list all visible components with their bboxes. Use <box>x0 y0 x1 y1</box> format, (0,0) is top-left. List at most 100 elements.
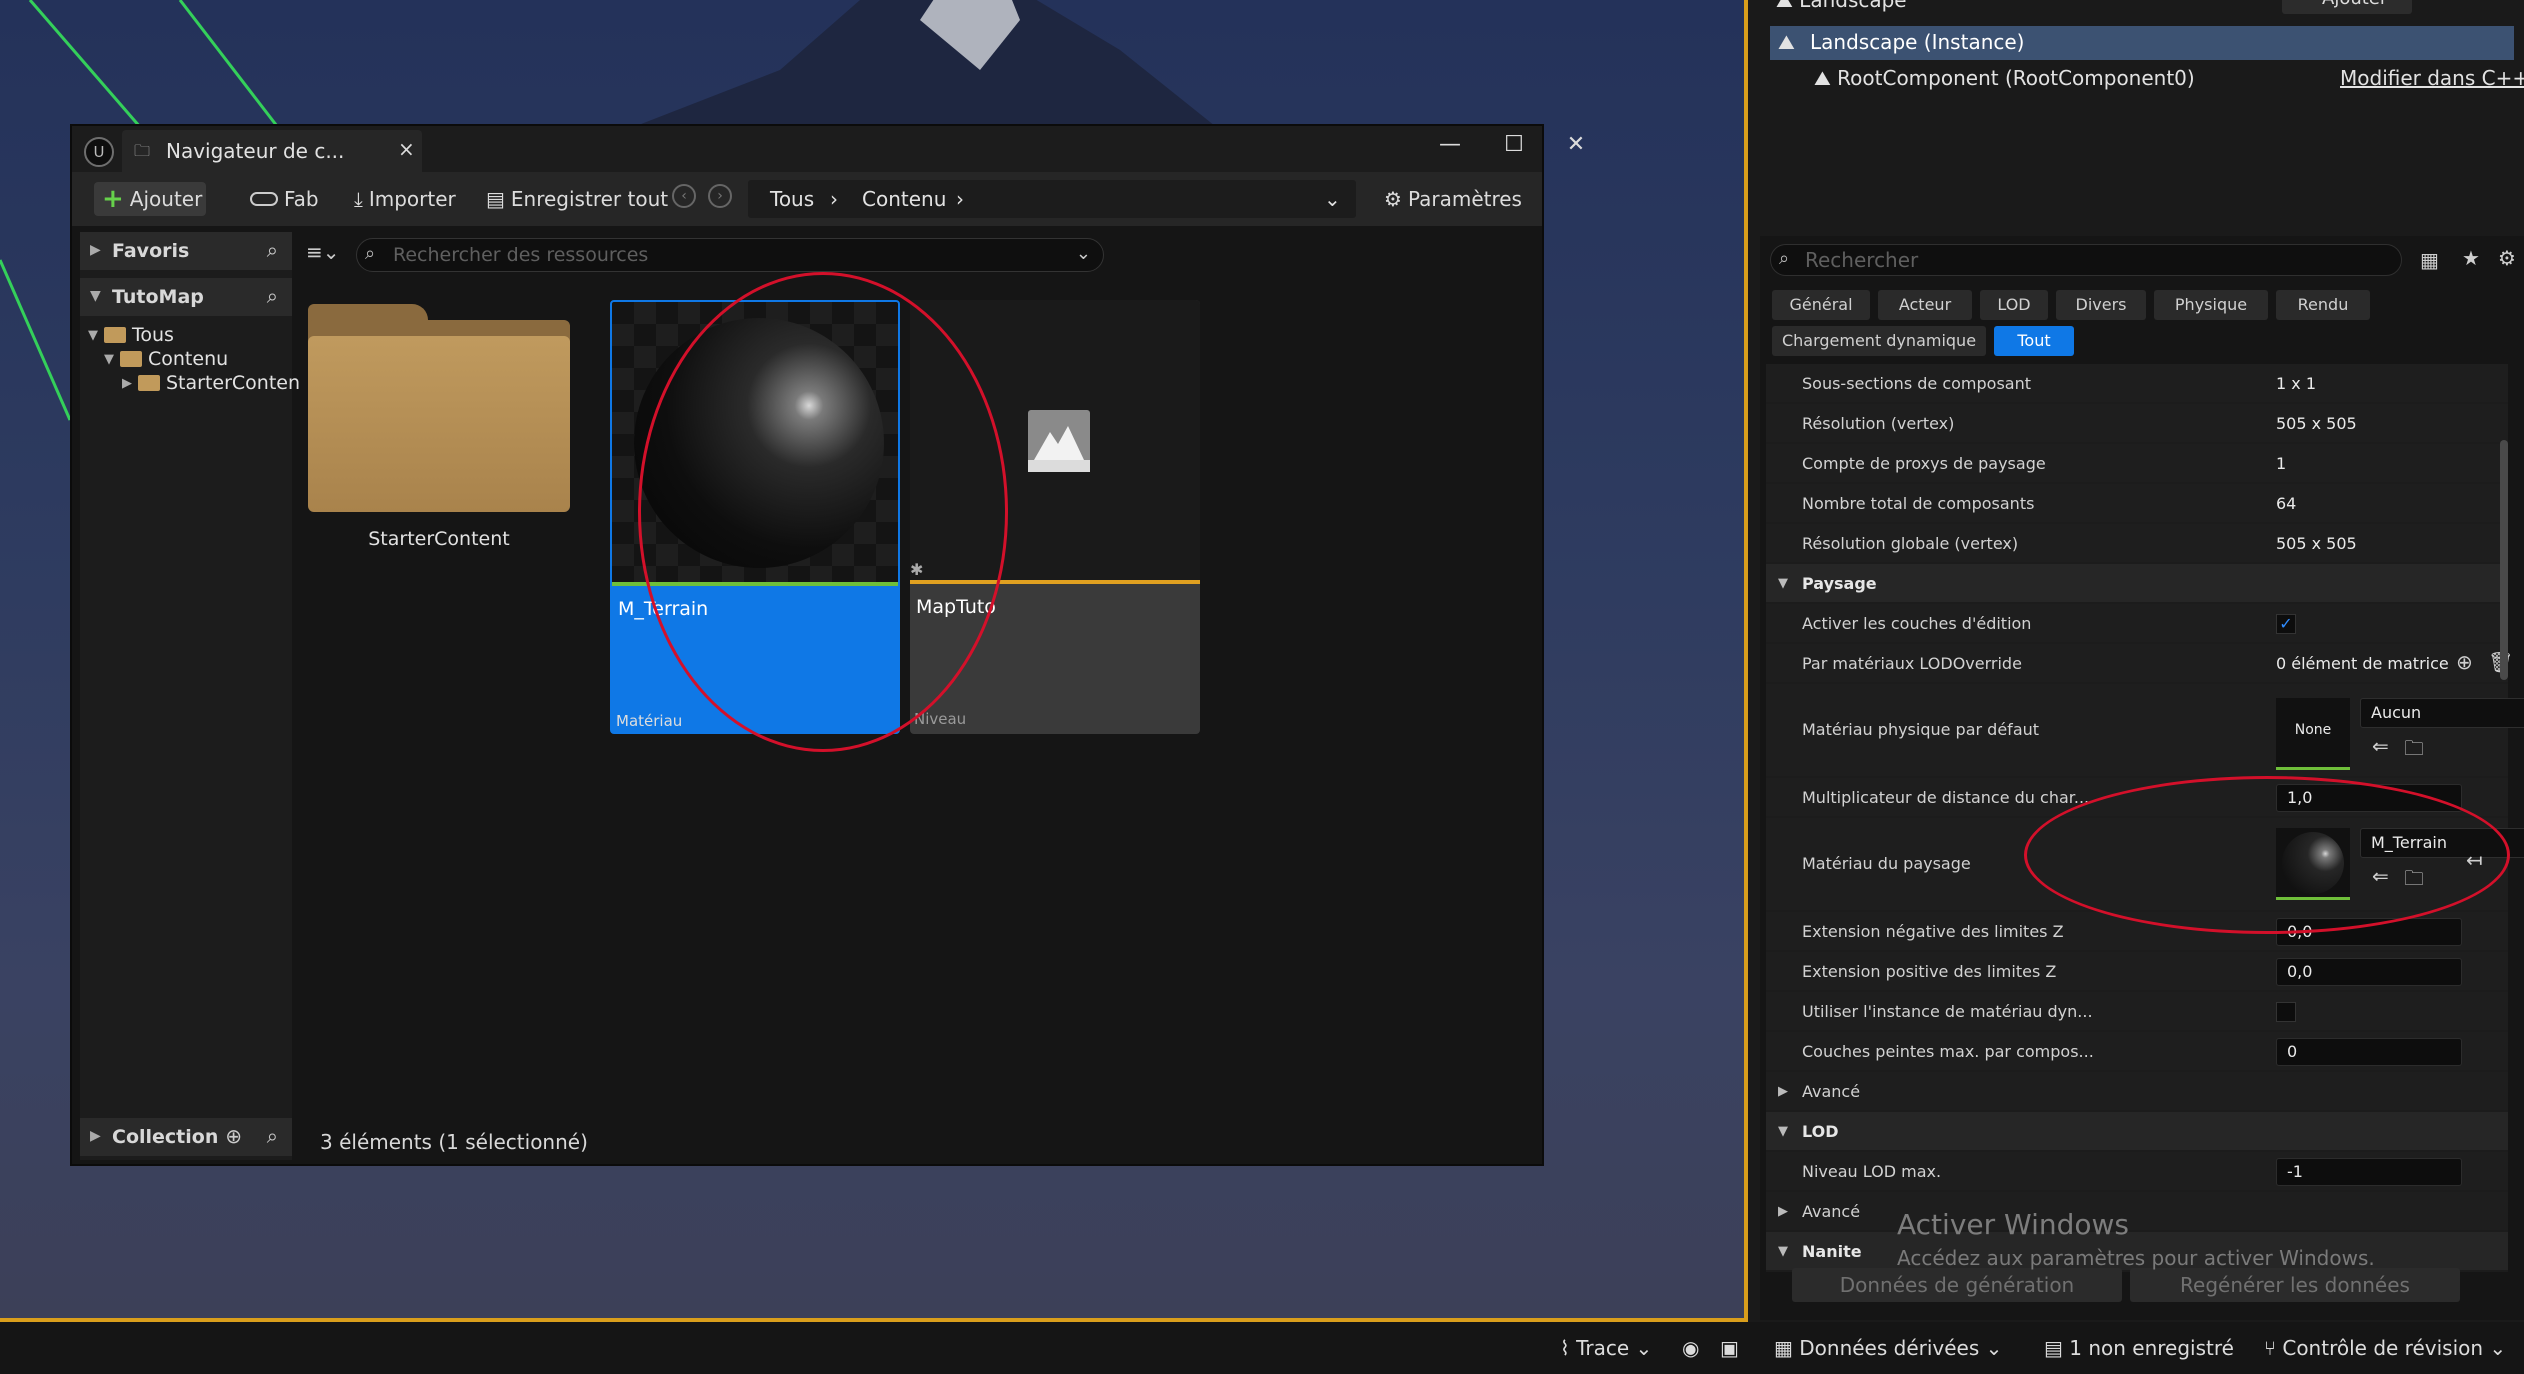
category-lod[interactable]: ▼ LOD <box>1766 1112 2508 1152</box>
add-component-button[interactable]: Ajouter <box>2282 0 2412 14</box>
number-input[interactable]: 0 <box>2276 1038 2462 1066</box>
unreal-logo-icon[interactable]: U <box>84 137 114 167</box>
filter-chargement[interactable]: Chargement dynamique <box>1772 326 1986 356</box>
revision-control-button[interactable]: ⑂ Contrôle de révision ⌄ <box>2264 1336 2506 1360</box>
folder-icon <box>308 336 570 512</box>
dropdown-value: Aucun <box>2371 703 2422 722</box>
fab-icon <box>250 192 278 206</box>
project-header[interactable]: ▼ TutoMap ⌕ <box>80 278 292 316</box>
selected-actor-row[interactable]: ⛰ Landscape (Instance) <box>1770 26 2514 60</box>
branch-icon: ⑂ <box>2264 1336 2276 1360</box>
tree-item-startercontent[interactable]: ▶ StarterConten <box>122 372 300 394</box>
physical-material-thumbnail[interactable]: None <box>2276 698 2350 770</box>
search-icon[interactable]: ⌕ <box>267 1124 278 1148</box>
import-button[interactable]: ⤓ Importer <box>346 182 464 216</box>
caret-down-icon: ▼ <box>1778 576 1788 591</box>
add-collection-icon[interactable]: ⊕ <box>225 1124 242 1148</box>
unsaved-button[interactable]: ▤ 1 non enregistré <box>2044 1336 2234 1360</box>
plus-icon: + <box>102 184 124 214</box>
forward-icon[interactable]: › <box>708 184 732 208</box>
filter-general[interactable]: Général <box>1772 290 1870 320</box>
property-row: Compte de proxys de paysage 1 <box>1766 444 2508 484</box>
camera-icon[interactable]: ▣ <box>1720 1336 1739 1360</box>
chevron-down-icon[interactable]: ⌄ <box>1076 243 1091 264</box>
reset-arrow-icon[interactable]: ↤ <box>2466 848 2483 872</box>
filter-physique[interactable]: Physique <box>2154 290 2268 320</box>
search-icon[interactable]: ⌕ <box>267 238 278 262</box>
caret-down-icon: ▼ <box>104 351 114 367</box>
save-all-button[interactable]: ▤ Enregistrer tout <box>478 182 676 216</box>
star-icon[interactable]: ★ <box>2462 246 2480 270</box>
close-window-icon[interactable]: ✕ <box>1556 132 1596 157</box>
folder-icon <box>138 375 160 391</box>
content-browser-tab[interactable]: 🗀 Navigateur de c... × <box>122 130 422 172</box>
add-button[interactable]: + Ajouter <box>94 182 206 216</box>
filter-lod[interactable]: LOD <box>1980 290 2048 320</box>
tab-label: Navigateur de c... <box>166 139 345 163</box>
number-input[interactable]: 0,0 <box>2276 958 2462 986</box>
collections-label: Collection <box>112 1126 219 1148</box>
tree-item-tous[interactable]: ▼ Tous <box>88 324 174 346</box>
number-input[interactable]: -1 <box>2276 1158 2462 1186</box>
minimize-icon[interactable]: — <box>1430 132 1470 157</box>
filter-tout[interactable]: Tout <box>1994 326 2074 356</box>
filter-rendu[interactable]: Rendu <box>2276 290 2370 320</box>
gear-icon: ⚙ <box>1384 187 1402 211</box>
search-icon[interactable]: ⌕ <box>267 284 278 308</box>
details-panel: ⛰ Landscape Ajouter ⛰ Landscape (Instanc… <box>1760 0 2524 1320</box>
back-icon[interactable]: ‹ <box>672 184 696 208</box>
property-label: Couches peintes max. par compos... <box>1802 1042 2094 1061</box>
table-view-icon[interactable]: ▦ <box>2420 248 2439 272</box>
breadcrumb[interactable]: Tous › Contenu › ⌄ <box>748 180 1356 218</box>
favorites-header[interactable]: ▶ Favoris ⌕ <box>80 232 292 270</box>
browse-icon[interactable]: 🗀 <box>2404 734 2424 768</box>
use-selected-icon[interactable]: ⇐ <box>2372 734 2389 758</box>
add-element-icon[interactable]: ⊕ <box>2456 650 2473 674</box>
breadcrumb-item[interactable]: Contenu <box>862 187 946 211</box>
checkbox-checked[interactable]: ✓ <box>2276 614 2296 634</box>
category-avance[interactable]: ▶ Avancé <box>1766 1192 2508 1232</box>
chevron-down-icon[interactable]: ⌄ <box>1324 187 1341 211</box>
settings-button[interactable]: ⚙ Paramètres <box>1376 182 1530 216</box>
rebuild-data-button[interactable]: Regénérer les données <box>2130 1268 2460 1302</box>
component-icon: ⛰ <box>1814 66 1831 90</box>
tree-item-contenu[interactable]: ▼ Contenu <box>104 348 228 370</box>
breadcrumb-item[interactable]: Tous <box>770 187 814 211</box>
category-paysage[interactable]: ▼ Paysage <box>1766 564 2508 604</box>
physical-material-dropdown[interactable]: Aucun ⌄ <box>2360 698 2524 728</box>
settings-label: Paramètres <box>1407 187 1522 211</box>
caret-right-icon: ▶ <box>122 375 132 391</box>
filter-icon[interactable]: ≡⌄ <box>306 240 340 264</box>
property-label: Résolution globale (vertex) <box>1802 534 2019 553</box>
save-icon: ▤ <box>486 187 505 211</box>
gear-icon[interactable]: ⚙ <box>2498 246 2516 270</box>
viewport-border <box>1744 0 1748 1322</box>
checkbox-unchecked[interactable] <box>2276 1002 2296 1022</box>
property-row: Nombre total de composants 64 <box>1766 484 2508 524</box>
root-component-row[interactable]: ⛰ RootComponent (RootComponent0) <box>1814 66 2195 90</box>
build-data-button[interactable]: Données de génération <box>1792 1268 2122 1302</box>
category-avance[interactable]: ▶ Avancé <box>1766 1072 2508 1112</box>
annotation-circle <box>638 272 1008 752</box>
close-tab-icon[interactable]: × <box>398 137 415 161</box>
search-placeholder: Rechercher des ressources <box>393 244 649 266</box>
trace-button[interactable]: ⌇ Trace ⌄ <box>1560 1336 1652 1360</box>
property-label: Niveau LOD max. <box>1802 1162 1942 1181</box>
derived-data-button[interactable]: ▦ Données dérivées ⌄ <box>1774 1336 2002 1360</box>
content-browser-window: U 🗀 Navigateur de c... × — ☐ ✕ + Ajouter… <box>70 124 1585 1166</box>
filter-divers[interactable]: Divers <box>2056 290 2146 320</box>
content-browser-toolbar: + Ajouter Fab ⤓ Importer ▤ Enregistrer t… <box>72 172 1542 226</box>
collections-header[interactable]: ▶ Collection ⊕ ⌕ <box>80 1118 292 1156</box>
property-value: 505 x 505 <box>2276 414 2357 433</box>
asset-search-input[interactable]: ⌕ Rechercher des ressources ⌄ <box>356 238 1104 272</box>
thumbnail-label: None <box>2294 722 2332 738</box>
filter-acteur[interactable]: Acteur <box>1878 290 1972 320</box>
edit-cpp-link[interactable]: Modifier dans C++ <box>2340 66 2524 90</box>
details-search-input[interactable]: ⌕ Rechercher <box>1770 244 2402 276</box>
fab-button[interactable]: Fab <box>242 182 327 216</box>
record-icon[interactable]: ◉ <box>1682 1336 1699 1360</box>
details-scrollbar[interactable] <box>2500 440 2508 680</box>
maximize-icon[interactable]: ☐ <box>1494 132 1534 157</box>
tree-label: StarterConten <box>166 372 301 394</box>
status-bar: ⌇ Trace ⌄ ◉ ▣ ▦ Données dérivées ⌄ ▤ 1 n… <box>0 1322 2524 1374</box>
